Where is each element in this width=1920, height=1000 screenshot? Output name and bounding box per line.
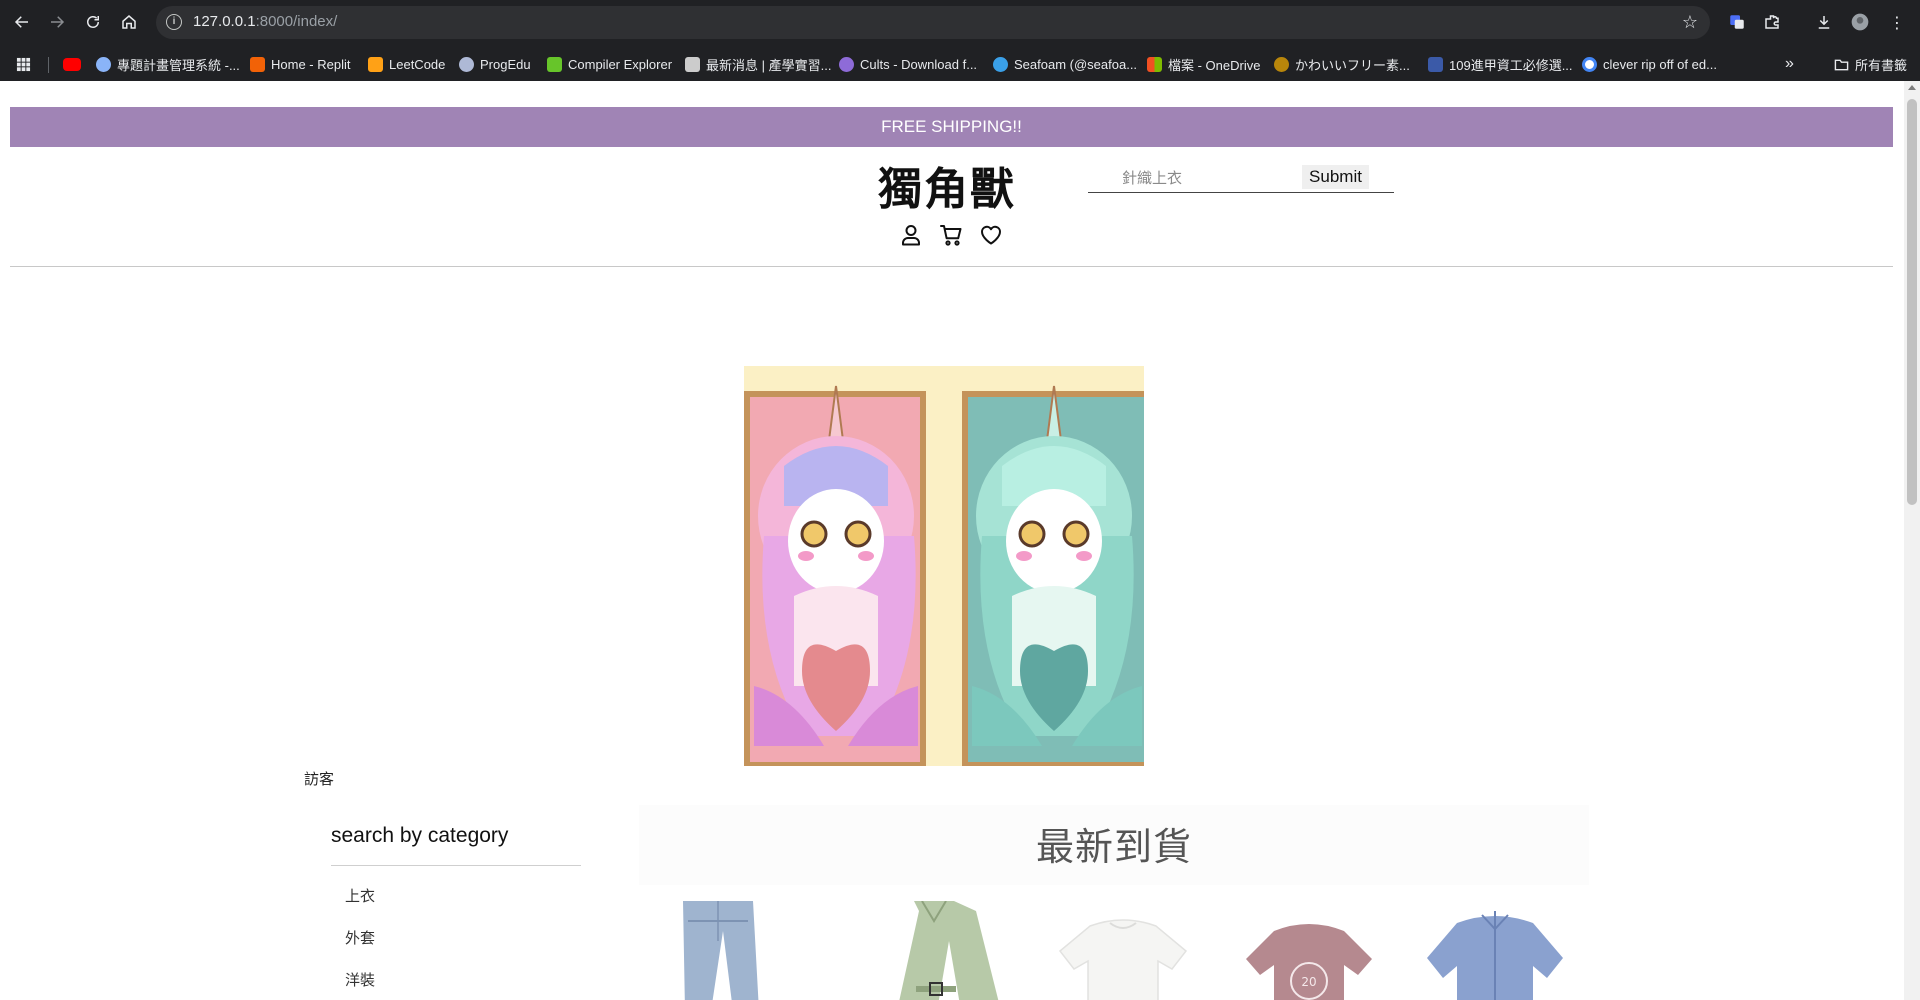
user-icon[interactable] [898,221,924,249]
globe-icon [96,56,111,72]
free-shipping-banner: FREE SHIPPING!! [10,107,1893,147]
leetcode-icon [368,56,383,72]
browser-chrome: i 127.0.0.1:8000/index/ ☆ ⋮ 專題計畫管理系統 -..… [0,0,1920,81]
extensions-icon[interactable] [1760,10,1784,34]
bookmark-item[interactable]: 檔案 - OneDrive [1147,54,1260,74]
bookmark-star-icon[interactable]: ☆ [1682,12,1698,33]
site-logo[interactable]: 獨角獸 [878,153,1016,217]
new-arrivals-header: 最新到貨 [639,805,1589,885]
web-page: FREE SHIPPING!! 獨角獸 Submit [0,81,1920,1000]
guest-status-label: 訪客 [304,770,335,788]
cults-icon [839,56,854,72]
bookmarks-bar: 專題計畫管理系統 -... Home - Replit LeetCode Pro… [0,45,1920,81]
product-card-trench-coat[interactable] [844,901,1030,1000]
school-icon [1428,56,1443,72]
progedu-icon [459,56,474,72]
news-icon [685,56,700,72]
page-scrollbar[interactable] [1904,81,1920,1000]
onedrive-icon [1147,56,1162,72]
search-input[interactable] [1088,165,1298,190]
more-bookmarks-chevron-icon[interactable]: » [1785,54,1794,74]
category-list: 上衣 外套 洋裝 [331,886,581,1000]
bookmarks-divider [48,57,49,73]
product-card-college-sweatshirt[interactable]: 20 [1216,901,1402,1000]
translate-icon[interactable] [1725,10,1749,34]
heart-icon[interactable] [978,221,1004,249]
new-arrivals-products: 20 [658,901,1588,1000]
bookmark-item[interactable]: Home - Replit [250,54,350,74]
category-item-jackets[interactable]: 外套 [331,928,581,970]
bookmark-item[interactable]: かわいいフリー素... [1274,54,1410,74]
browser-toolbar: i 127.0.0.1:8000/index/ ☆ ⋮ [0,0,1920,45]
address-url[interactable]: 127.0.0.1:8000/index/ [193,13,337,30]
svg-text:20: 20 [1301,975,1316,989]
seafoam-icon [993,56,1008,72]
category-item-tops[interactable]: 上衣 [331,886,581,928]
category-item-dresses[interactable]: 洋裝 [331,970,581,1000]
bookmark-item[interactable]: 最新消息 | 產學實習... [685,54,831,74]
bookmark-item[interactable]: Seafoam (@seafoa... [993,54,1137,74]
site-info-icon[interactable]: i [166,14,182,30]
youtube-icon [63,57,81,71]
bookmark-item[interactable]: ProgEdu [459,54,531,74]
category-sidebar: search by category 上衣 外套 洋裝 [331,823,581,1000]
all-bookmarks-folder[interactable]: 所有書籤 [1834,54,1907,74]
google-icon [1582,56,1597,72]
back-icon[interactable] [9,9,35,35]
product-card-white-tee[interactable] [1030,901,1216,1000]
compiler-explorer-icon [547,56,562,72]
download-icon[interactable] [1812,10,1836,34]
bookmark-item[interactable]: Compiler Explorer [547,54,672,74]
search-submit-button[interactable]: Submit [1302,165,1369,189]
home-icon[interactable] [116,9,142,35]
sidebar-divider [331,865,581,866]
product-card-striped-shirt[interactable] [1402,901,1588,1000]
address-bar[interactable]: i 127.0.0.1:8000/index/ ☆ [156,6,1710,39]
hero-unicorn-illustration [744,366,1144,766]
scroll-up-arrow-icon[interactable] [1908,85,1916,90]
irasutoya-icon [1274,56,1289,72]
bookmark-item[interactable]: Cults - Download f... [839,54,977,74]
menu-kebab-icon[interactable]: ⋮ [1885,10,1909,34]
search-form: Submit [1088,163,1394,193]
bookmark-item[interactable]: 專題計畫管理系統 -... [96,54,240,74]
new-arrivals-title: 最新到貨 [1035,825,1192,869]
header-divider [10,266,1893,267]
bookmark-item[interactable]: 109進甲資工必修選... [1428,54,1573,74]
apps-grid-icon[interactable] [16,54,31,74]
category-sidebar-title: search by category [331,824,509,847]
product-card-jeans[interactable] [658,901,844,1000]
bookmark-item[interactable]: LeetCode [368,54,445,74]
bookmark-youtube[interactable] [63,54,87,74]
reload-icon[interactable] [80,9,106,35]
forward-icon[interactable] [44,9,70,35]
header-icons [898,221,1004,251]
folder-icon [1834,59,1849,70]
profile-avatar-icon[interactable] [1848,10,1872,34]
replit-icon [250,56,265,72]
bookmark-item[interactable]: clever rip off of ed... [1582,54,1717,74]
scrollbar-thumb[interactable] [1907,99,1917,505]
cart-icon[interactable] [938,221,964,249]
